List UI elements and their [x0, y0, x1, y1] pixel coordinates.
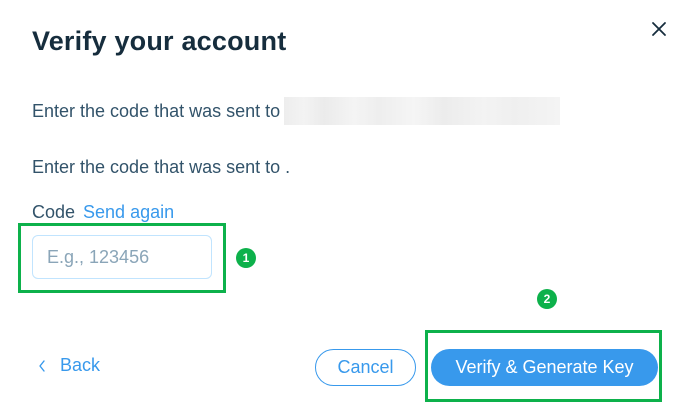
back-button[interactable]: Back [38, 355, 100, 376]
cancel-button[interactable]: Cancel [315, 349, 416, 386]
sent-to-message: Enter the code that was sent to [32, 97, 561, 125]
code-label: Code [32, 202, 76, 222]
close-icon [652, 22, 666, 36]
step-1-badge: 1 [236, 248, 256, 268]
verification-code-input[interactable] [32, 235, 212, 279]
sent-to-text: Enter the code that was sent to [32, 100, 281, 121]
chevron-left-icon [39, 359, 45, 372]
redacted-contact [284, 97, 561, 125]
sent-to-message-secondary: Enter the code that was sent to . [32, 157, 291, 177]
code-label-row: Code Send again [32, 202, 174, 223]
step-2-badge: 2 [537, 289, 557, 309]
verify-account-dialog: Verify your account Enter the code that … [0, 0, 688, 414]
back-label: Back [60, 355, 101, 375]
close-button[interactable] [647, 17, 671, 41]
dialog-title: Verify your account [32, 26, 287, 56]
verify-generate-key-button[interactable]: Verify & Generate Key [431, 349, 658, 386]
send-again-link[interactable]: Send again [83, 202, 174, 223]
